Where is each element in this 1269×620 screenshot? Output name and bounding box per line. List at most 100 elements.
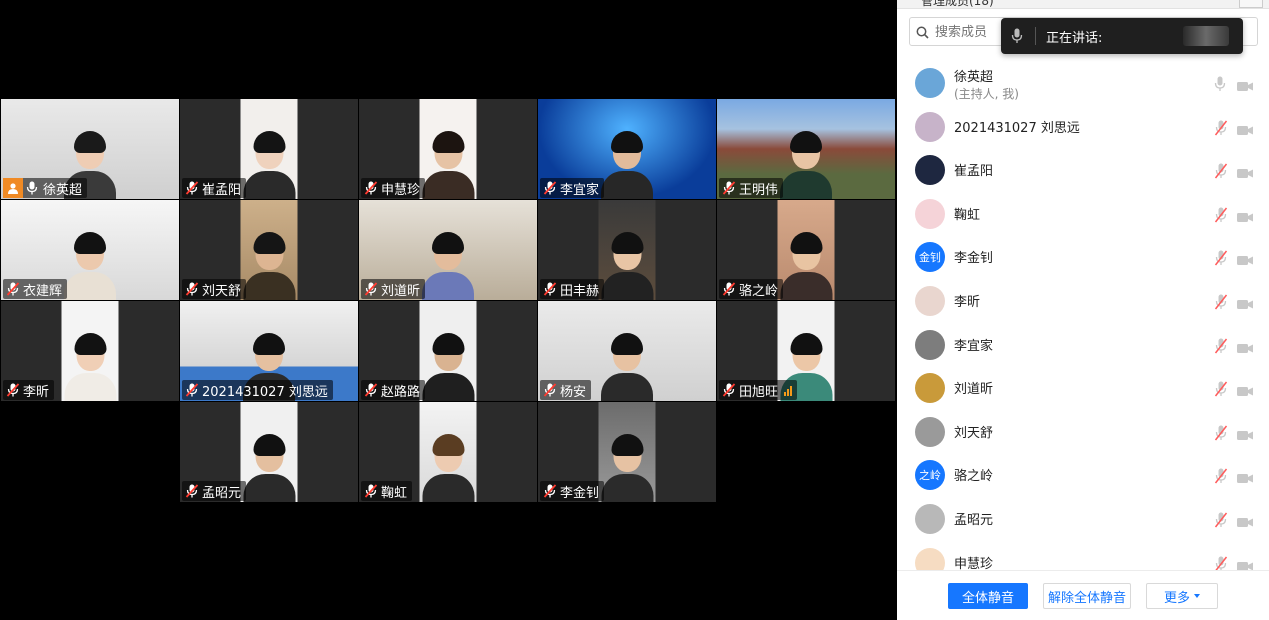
member-row[interactable]: 2021431027 刘思远 [897, 106, 1269, 149]
video-feed [598, 200, 656, 300]
mic-muted-icon[interactable] [1214, 338, 1228, 358]
camera-icon[interactable] [1237, 513, 1253, 532]
video-feed [419, 99, 477, 199]
video-tile[interactable]: 孟昭元 [180, 402, 358, 502]
video-tile[interactable]: 田丰赫 [538, 200, 716, 300]
video-tile[interactable]: 徐英超 [1, 99, 179, 199]
avatar [915, 198, 945, 229]
participant-figure [243, 430, 295, 502]
video-tile[interactable]: 杨安 [538, 301, 716, 401]
member-row[interactable]: 孟昭元 [897, 498, 1269, 541]
mic-muted-icon [364, 181, 378, 195]
mic-muted-icon[interactable] [1214, 468, 1228, 488]
figure-body [422, 474, 474, 502]
mic-muted-icon[interactable] [1214, 294, 1228, 314]
participant-name: 赵路路 [381, 384, 421, 400]
figure-hair [611, 232, 643, 254]
figure-body [243, 272, 295, 300]
mic-muted-icon[interactable] [1214, 512, 1228, 532]
figure-hair [790, 232, 822, 254]
figure-body [780, 171, 832, 199]
more-button[interactable]: 更多 [1146, 583, 1218, 609]
video-feed [419, 402, 477, 502]
member-row[interactable]: 李昕 [897, 280, 1269, 323]
participant-figure [422, 228, 474, 300]
divider [1035, 27, 1036, 45]
camera-icon[interactable] [1237, 426, 1253, 445]
video-tile[interactable]: 李宜家 [538, 99, 716, 199]
video-tile[interactable]: 王明伟 [717, 99, 895, 199]
video-tile[interactable]: 刘道昕 [359, 200, 537, 300]
member-row[interactable]: 金钊 李金钊 [897, 236, 1269, 279]
mic-muted-icon[interactable] [1214, 556, 1228, 570]
minimize-button[interactable] [1239, 0, 1263, 8]
mic-muted-icon [364, 484, 378, 498]
camera-icon[interactable] [1237, 557, 1253, 570]
avatar [915, 547, 945, 570]
panel-title: 管理成员(18) [921, 0, 994, 8]
figure-hair [432, 434, 464, 456]
video-tile[interactable]: 田旭旺 [717, 301, 895, 401]
participant-name: 2021431027 刘思远 [202, 384, 328, 400]
member-name: 2021431027 刘思远 [954, 120, 1080, 136]
camera-icon[interactable] [1237, 339, 1253, 358]
member-row[interactable]: 刘天舒 [897, 411, 1269, 454]
camera-icon[interactable] [1237, 469, 1253, 488]
video-tile[interactable]: 申慧珍 [359, 99, 537, 199]
camera-icon[interactable] [1237, 164, 1253, 183]
member-name: 刘道昕 [954, 382, 994, 398]
participant-name: 李金钊 [560, 485, 600, 501]
participant-name: 骆之岭 [739, 283, 779, 299]
participant-name: 李昕 [23, 384, 50, 400]
member-name: 骆之岭 [954, 469, 994, 485]
camera-icon[interactable] [1237, 77, 1253, 96]
video-feed [61, 301, 119, 401]
video-tile[interactable]: 李昕 [1, 301, 179, 401]
video-tile[interactable]: 骆之岭 [717, 200, 895, 300]
camera-icon[interactable] [1237, 121, 1253, 140]
member-row[interactable]: 之岭 骆之岭 [897, 454, 1269, 497]
speaking-indicator: 正在讲话: [1001, 18, 1243, 54]
unmute-all-button[interactable]: 解除全体静音 [1043, 583, 1131, 609]
mic-muted-icon[interactable] [1214, 120, 1228, 140]
member-row[interactable]: 崔孟阳 [897, 149, 1269, 192]
mic-muted-icon[interactable] [1214, 250, 1228, 270]
members-panel: 管理成员(18) 正在讲话: 徐英超 (主持人, 我) 2021431027 刘思远… [897, 0, 1269, 620]
mic-muted-icon[interactable] [1214, 381, 1228, 401]
member-row[interactable]: 徐英超 (主持人, 我) [897, 62, 1269, 105]
participant-nameplate: 杨安 [540, 380, 592, 400]
mic-muted-icon [543, 282, 557, 296]
mute-all-button[interactable]: 全体静音 [948, 583, 1028, 609]
avatar [915, 416, 945, 447]
mic-muted-icon[interactable] [1214, 207, 1228, 227]
figure-body [422, 171, 474, 199]
microphone-icon [26, 181, 40, 195]
figure-hair [74, 232, 106, 254]
member-row[interactable]: 鞠虹 [897, 193, 1269, 236]
participant-name: 田丰赫 [560, 283, 600, 299]
video-tile[interactable]: 刘天舒 [180, 200, 358, 300]
microphone-icon [1011, 28, 1023, 48]
video-tile[interactable]: 赵路路 [359, 301, 537, 401]
camera-icon[interactable] [1237, 295, 1253, 314]
mic-muted-icon [364, 282, 378, 296]
camera-icon[interactable] [1237, 208, 1253, 227]
video-tile[interactable]: 崔孟阳 [180, 99, 358, 199]
mic-muted-icon[interactable] [1214, 425, 1228, 445]
participant-name: 李宜家 [560, 182, 600, 198]
video-tile[interactable]: 鞠虹 [359, 402, 537, 502]
video-tile[interactable]: 衣建辉 [1, 200, 179, 300]
participant-figure [780, 127, 832, 199]
member-row[interactable]: 刘道昕 [897, 367, 1269, 410]
member-row[interactable]: 李宜家 [897, 324, 1269, 367]
video-tile[interactable]: 李金钊 [538, 402, 716, 502]
video-tile[interactable]: 2021431027 刘思远 [180, 301, 358, 401]
microphone-icon[interactable] [1214, 76, 1226, 96]
mic-muted-icon [543, 484, 557, 498]
video-grid: 徐英超 崔孟阳 申慧珍 李宜家 王明伟衣建辉 刘天舒 刘道昕 田丰赫 骆之岭李昕 20214310… [0, 0, 897, 619]
camera-icon[interactable] [1237, 251, 1253, 270]
participant-name: 刘道昕 [381, 283, 421, 299]
mic-muted-icon[interactable] [1214, 163, 1228, 183]
member-row[interactable]: 申慧珍 [897, 542, 1269, 570]
camera-icon[interactable] [1237, 382, 1253, 401]
